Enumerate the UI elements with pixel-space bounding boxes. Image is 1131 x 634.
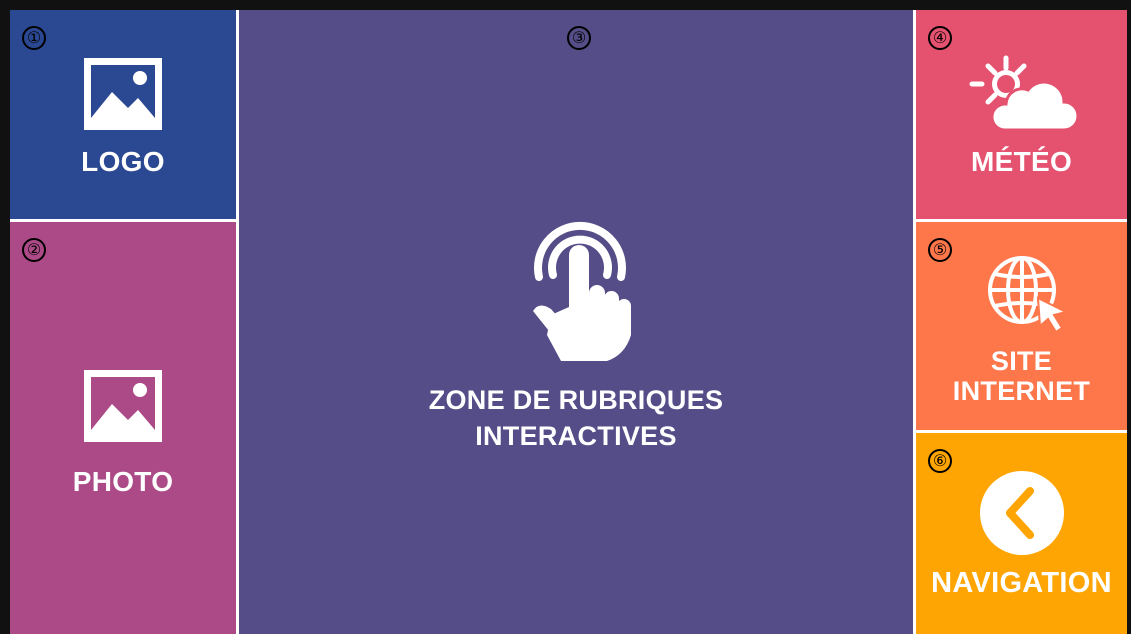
chevron-left-icon[interactable] (978, 469, 1066, 557)
navigation-label: NAVIGATION (931, 567, 1112, 599)
photo-tile[interactable]: ② PHOTO (10, 222, 236, 634)
left-border (0, 0, 10, 634)
zone-number-1: ① (22, 26, 46, 50)
interactive-zone-tile[interactable]: ③ ZONE DE RUBRIQUES INTERACTIVES (239, 10, 913, 634)
website-label-line1: SITE (990, 346, 1053, 376)
top-border (0, 0, 1131, 10)
logo-label: LOGO (81, 146, 165, 177)
right-border (1127, 0, 1131, 634)
image-icon (84, 58, 162, 130)
zone-number-6: ⑥ (928, 449, 952, 473)
interactive-zone-label-line1: ZONE DE RUBRIQUES (428, 385, 724, 415)
interactive-zone-label-line2: INTERACTIVES (475, 421, 677, 451)
globe-cursor-icon (988, 256, 1069, 334)
navigation-tile[interactable]: ⑥ NAVIGATION (916, 433, 1127, 634)
zone-number-5: ⑤ (928, 238, 952, 262)
interactive-zone-label: ZONE DE RUBRIQUES INTERACTIVES (239, 382, 913, 454)
weather-label: MÉTÉO (970, 146, 1073, 177)
website-label: SITE INTERNET (916, 346, 1127, 406)
image-icon (84, 370, 162, 442)
website-label-line2: INTERNET (952, 376, 1091, 406)
screen-layout: ① LOGO ② PHOTO ③ ZONE DE RUBRIQUES INTER… (0, 0, 1131, 634)
sun-cloud-icon (969, 55, 1078, 132)
zone-number-3: ③ (567, 26, 591, 50)
website-tile[interactable]: ⑤ SITE INTERNET (916, 222, 1127, 430)
zone-number-4: ④ (928, 26, 952, 50)
photo-label: PHOTO (72, 466, 174, 497)
weather-tile[interactable]: ④ MÉTÉO (916, 10, 1127, 219)
zone-number-2: ② (22, 238, 46, 262)
touch-hand-icon (533, 221, 631, 361)
logo-tile[interactable]: ① LOGO (10, 10, 236, 219)
